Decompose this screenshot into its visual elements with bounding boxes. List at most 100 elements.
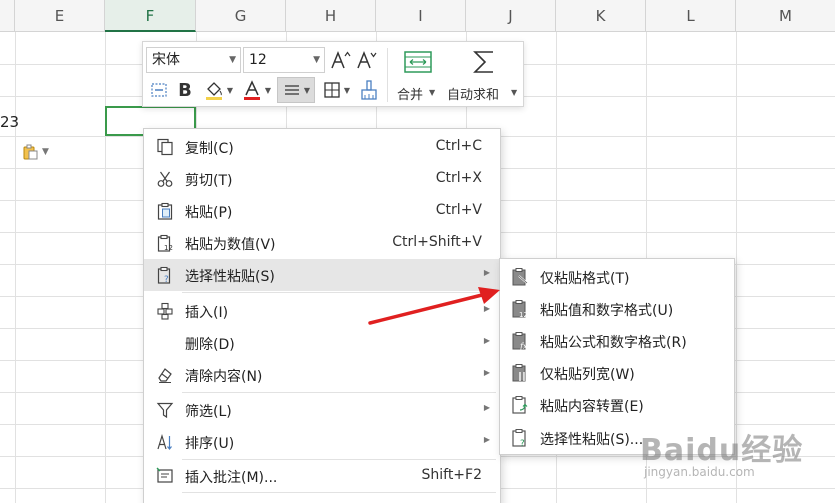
chevron-right-icon: ▶	[483, 403, 490, 412]
chevron-down-icon: ▼	[226, 85, 234, 95]
chevron-down-icon: ▼	[511, 88, 518, 97]
font-increase-icon	[331, 50, 351, 69]
chevron-down-icon: ▼	[229, 55, 236, 65]
submenu-item-paste-transpose[interactable]: 粘贴内容转置(E)	[500, 389, 734, 421]
floating-format-toolbar: 宋体 ▼ 12 ▼ B ▼ ▼ ▼ ▼ 合并 ▼ 自动求和 ▼	[142, 41, 524, 107]
paste-values-numformat-icon: 123	[512, 300, 530, 319]
column-header-f[interactable]: F	[105, 0, 196, 32]
border-grid-icon	[324, 82, 340, 98]
font-decrease-icon	[357, 50, 377, 69]
submenu-item-label: 粘贴值和数字格式(U)	[540, 303, 674, 319]
menu-item-paste[interactable]: 粘贴(P) Ctrl+V	[144, 195, 500, 227]
fill-color-button[interactable]: ▼	[201, 78, 235, 102]
font-name-select[interactable]: 宋体 ▼	[146, 47, 241, 73]
format-painter-icon	[361, 80, 377, 100]
watermark-url: jingyan.baidu.com	[644, 465, 755, 479]
submenu-item-paste-values-number-format[interactable]: 123 粘贴值和数字格式(U)	[500, 293, 734, 325]
svg-text:?: ?	[164, 275, 169, 284]
submenu-item-label: 仅粘贴列宽(W)	[540, 367, 635, 383]
scissors-icon	[157, 171, 173, 187]
paste-special-icon: ?	[157, 266, 171, 284]
annotation-arrow	[368, 287, 500, 325]
menu-item-label: 选择性粘贴(S)	[185, 269, 275, 285]
column-header-k[interactable]: K	[556, 0, 646, 32]
menu-item-filter[interactable]: 筛选(L) ▶	[144, 394, 500, 426]
svg-text:123: 123	[519, 311, 530, 319]
menu-item-delete[interactable]: 删除(D) ▶	[144, 327, 500, 359]
font-size-select[interactable]: 12 ▼	[243, 47, 325, 73]
copy-icon	[157, 138, 173, 156]
merge-label: 合并	[397, 88, 424, 103]
submenu-item-paste-column-width[interactable]: 仅粘贴列宽(W)	[500, 357, 734, 389]
chevron-down-icon: ▼	[343, 85, 351, 95]
autosum-button[interactable]: 自动求和 ▼	[445, 46, 521, 104]
font-size-value: 12	[249, 52, 267, 68]
eraser-icon	[158, 368, 172, 384]
borders-button[interactable]: ▼	[319, 78, 353, 102]
menu-item-label: 筛选(L)	[185, 404, 232, 420]
bold-icon: B	[178, 79, 192, 101]
format-cells-button[interactable]	[147, 78, 171, 102]
gridline	[105, 32, 106, 503]
paste-options-button[interactable]: ▼	[22, 142, 56, 162]
paste-formula-numformat-icon: fx	[512, 332, 528, 351]
menu-item-label: 插入批注(M)...	[185, 470, 278, 486]
vertical-align-button[interactable]: ▼	[277, 77, 315, 103]
fill-bucket-icon	[205, 82, 222, 100]
menu-item-sort[interactable]: 排序(U) ▶	[144, 426, 500, 458]
menu-item-label: 插入(I)	[185, 305, 229, 321]
font-color-icon	[243, 80, 260, 100]
column-header-m[interactable]: M	[736, 0, 835, 32]
menu-item-label: 剪切(T)	[185, 173, 233, 189]
menu-item-paste-as-values[interactable]: 12 粘贴为数值(V) Ctrl+Shift+V	[144, 227, 500, 259]
column-header-e[interactable]: E	[15, 0, 105, 32]
chevron-down-icon: ▼	[42, 147, 49, 157]
baidu-watermark: Baidu经验 jingyan.baidu.com	[640, 425, 830, 495]
sigma-icon	[473, 51, 493, 73]
column-header-g[interactable]: G	[196, 0, 286, 32]
svg-text:12: 12	[164, 244, 173, 252]
decrease-font-button[interactable]	[355, 47, 377, 73]
font-color-button[interactable]: ▼	[239, 78, 273, 102]
merge-button[interactable]: 合并 ▼	[393, 46, 439, 104]
filter-icon	[156, 402, 174, 419]
submenu-item-paste-formula-number-format[interactable]: fx 粘贴公式和数字格式(R)	[500, 325, 734, 357]
toolbar-divider	[387, 48, 388, 102]
menu-item-insert-comment[interactable]: 插入批注(M)... Shift+F2	[144, 460, 500, 492]
submenu-item-label: 仅粘贴格式(T)	[540, 271, 630, 287]
menu-item-copy[interactable]: 复制(C) Ctrl+C	[144, 131, 500, 163]
submenu-item-paste-format-only[interactable]: 仅粘贴格式(T)	[500, 261, 734, 293]
row-header-corner	[0, 0, 15, 32]
column-header-row: E F G H I J K L M	[0, 0, 835, 32]
svg-text:fx: fx	[519, 342, 528, 351]
menu-item-label: 删除(D)	[185, 337, 235, 353]
column-header-h[interactable]: H	[286, 0, 376, 32]
insert-cells-icon	[157, 302, 173, 320]
font-name-value: 宋体	[152, 52, 180, 68]
menu-item-shortcut: Ctrl+Shift+V	[392, 234, 482, 250]
cell-value[interactable]: 23	[0, 113, 19, 131]
column-header-l[interactable]: L	[646, 0, 736, 32]
paste-options-icon	[23, 144, 38, 160]
menu-item-cut[interactable]: 剪切(T) Ctrl+X	[144, 163, 500, 195]
menu-item-shortcut: Shift+F2	[421, 467, 482, 483]
clipboard-icon	[157, 202, 173, 220]
comment-icon	[156, 467, 173, 483]
paste-column-width-icon	[512, 364, 526, 382]
menu-item-label: 复制(C)	[185, 141, 234, 157]
chevron-down-icon: ▼	[303, 85, 311, 95]
chevron-right-icon: ▶	[483, 336, 490, 345]
column-header-j[interactable]: J	[466, 0, 556, 32]
menu-item-label: 粘贴(P)	[185, 205, 233, 221]
menu-item-label: 排序(U)	[185, 436, 235, 452]
submenu-item-label: 选择性粘贴(S)...	[540, 432, 644, 448]
gridline	[15, 32, 16, 503]
increase-font-button[interactable]	[329, 47, 351, 73]
menu-item-clear-contents[interactable]: 清除内容(N) ▶	[144, 359, 500, 391]
chevron-right-icon: ▶	[483, 268, 490, 277]
bold-button[interactable]: B	[175, 78, 195, 102]
menu-item-label: 粘贴为数值(V)	[185, 237, 276, 253]
column-header-i[interactable]: I	[376, 0, 466, 32]
sort-icon	[157, 433, 172, 450]
format-painter-button[interactable]	[357, 78, 381, 102]
